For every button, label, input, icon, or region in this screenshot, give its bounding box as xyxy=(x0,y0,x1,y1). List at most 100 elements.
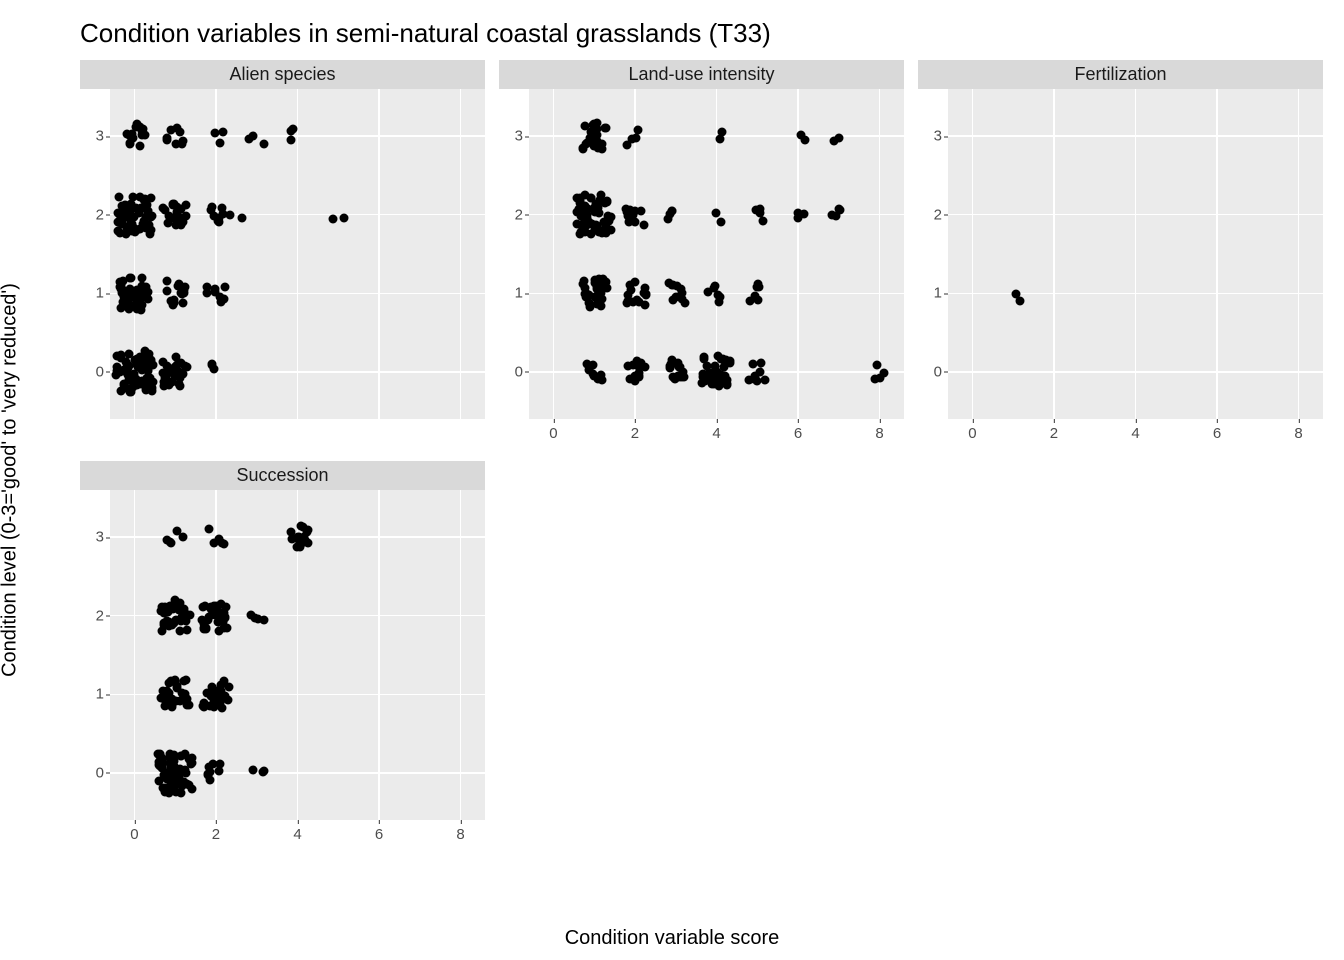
x-tick: 0 xyxy=(130,826,138,843)
data-point xyxy=(205,524,214,533)
data-point xyxy=(698,372,707,381)
x-tick: 4 xyxy=(712,425,720,442)
data-point xyxy=(168,695,177,704)
y-tick: 1 xyxy=(515,285,523,302)
data-point xyxy=(224,696,233,705)
data-point xyxy=(622,208,631,217)
data-point xyxy=(171,363,180,372)
data-point xyxy=(112,351,121,360)
data-point xyxy=(751,292,760,301)
data-point xyxy=(133,360,142,369)
data-point xyxy=(751,206,760,215)
data-point xyxy=(142,364,151,373)
data-point xyxy=(125,130,134,139)
plot-panel xyxy=(110,490,485,820)
x-tick: 6 xyxy=(794,425,802,442)
data-point xyxy=(181,211,190,220)
data-point xyxy=(248,765,257,774)
data-point xyxy=(178,140,187,149)
data-point xyxy=(123,359,132,368)
data-point xyxy=(210,611,219,620)
x-tick: 6 xyxy=(1213,425,1221,442)
data-point xyxy=(179,370,188,379)
data-point xyxy=(753,280,762,289)
data-point xyxy=(182,201,191,210)
data-point xyxy=(596,289,605,298)
data-point xyxy=(588,137,597,146)
data-point xyxy=(722,355,731,364)
data-point xyxy=(173,683,182,692)
data-point xyxy=(582,292,591,301)
data-point xyxy=(124,299,133,308)
data-point xyxy=(668,355,677,364)
data-point xyxy=(294,534,303,543)
data-point xyxy=(626,280,635,289)
data-point xyxy=(173,202,182,211)
data-point xyxy=(303,539,312,548)
plot-panel xyxy=(110,89,485,419)
y-tick: 2 xyxy=(515,206,523,223)
data-point xyxy=(215,759,224,768)
data-point xyxy=(800,135,809,144)
facet-succession: Succession012302468 xyxy=(80,461,485,848)
data-point xyxy=(631,207,640,216)
data-point xyxy=(579,144,588,153)
y-axis: 0123 xyxy=(918,89,948,419)
data-point xyxy=(759,216,768,225)
data-point xyxy=(680,299,689,308)
data-point xyxy=(218,127,227,136)
data-point xyxy=(122,229,131,238)
data-point xyxy=(287,135,296,144)
data-point xyxy=(1015,296,1024,305)
data-point xyxy=(717,217,726,226)
plot-panel xyxy=(529,89,904,419)
x-tick: 4 xyxy=(1131,425,1139,442)
data-point xyxy=(245,135,254,144)
facet-strip: Succession xyxy=(80,461,485,490)
facet-grid: Alien species0123Land-use intensity01230… xyxy=(80,60,1330,900)
y-tick: 0 xyxy=(96,363,104,380)
data-point xyxy=(119,381,128,390)
y-tick: 3 xyxy=(96,529,104,546)
data-point xyxy=(165,767,174,776)
data-point xyxy=(836,206,845,215)
data-point xyxy=(141,287,150,296)
data-point xyxy=(220,294,229,303)
data-point xyxy=(666,364,675,373)
data-point xyxy=(177,613,186,622)
data-point xyxy=(629,298,638,307)
data-point xyxy=(174,379,183,388)
data-point xyxy=(633,125,642,134)
data-point xyxy=(700,355,709,364)
data-point xyxy=(579,280,588,289)
data-point xyxy=(132,122,141,131)
y-tick: 2 xyxy=(934,206,942,223)
y-axis: 0123 xyxy=(80,490,110,820)
page-title: Condition variables in semi-natural coas… xyxy=(80,18,771,49)
data-point xyxy=(672,293,681,302)
data-point xyxy=(722,381,731,390)
data-point xyxy=(163,287,172,296)
data-point xyxy=(665,210,674,219)
data-point xyxy=(142,197,151,206)
x-axis-label: Condition variable score xyxy=(565,927,780,950)
data-point xyxy=(205,701,214,710)
data-point xyxy=(591,202,600,211)
y-tick: 3 xyxy=(515,128,523,145)
data-point xyxy=(199,603,208,612)
x-tick: 6 xyxy=(375,826,383,843)
y-tick: 0 xyxy=(96,764,104,781)
data-point xyxy=(166,778,175,787)
facet-strip: Fertilization xyxy=(918,60,1323,89)
y-tick: 1 xyxy=(934,285,942,302)
data-point xyxy=(259,140,268,149)
y-tick: 1 xyxy=(96,285,104,302)
data-point xyxy=(175,626,184,635)
x-tick: 2 xyxy=(631,425,639,442)
data-point xyxy=(136,301,145,310)
data-point xyxy=(209,211,218,220)
data-point xyxy=(642,290,651,299)
data-point xyxy=(749,359,758,368)
data-point xyxy=(114,227,123,236)
data-point xyxy=(591,278,600,287)
